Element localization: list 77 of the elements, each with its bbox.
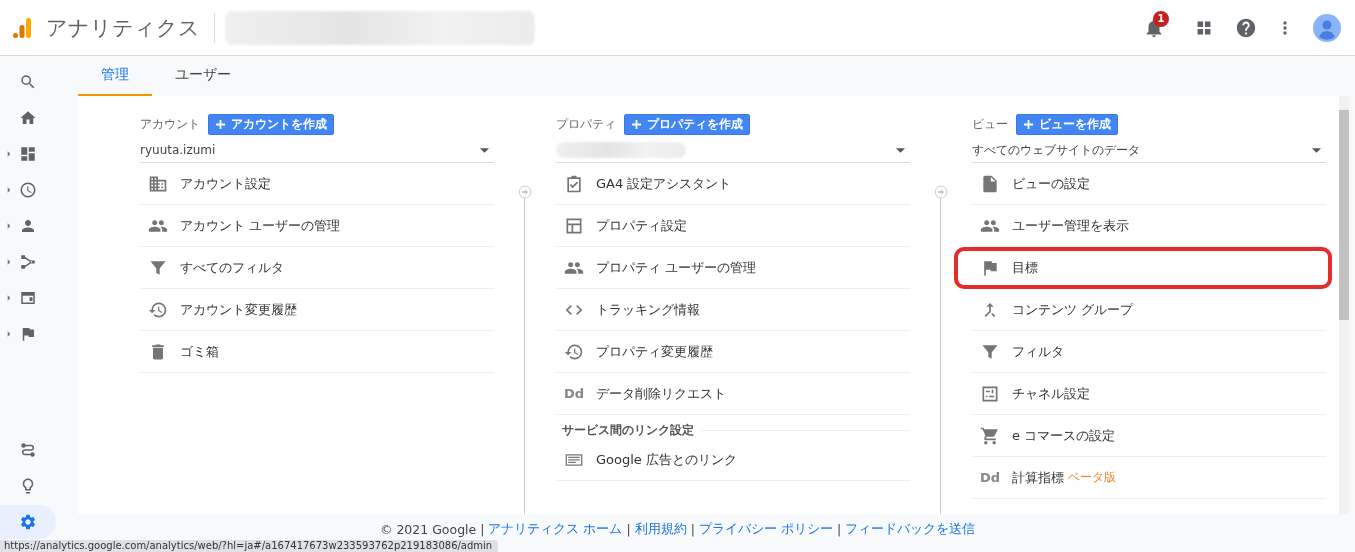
cart-icon — [980, 425, 1000, 446]
copyright-text: © 2021 Google — [379, 521, 477, 537]
menu-item[interactable]: フィルタ — [972, 331, 1326, 373]
notification-count: 1 — [1153, 10, 1169, 27]
arrow-circle-icon — [518, 185, 532, 199]
separator-text: | — [480, 521, 485, 537]
caret-icon — [480, 147, 489, 153]
create-button[interactable]: プロパティを作成 — [624, 113, 750, 135]
menu-item[interactable]: プロパティ設定 — [556, 205, 910, 247]
status-url: https://analytics.google.com/analytics/web/?hl=ja#/a167417673w233593762p219183086/admin — [0, 540, 499, 552]
create-button[interactable]: アカウントを作成 — [208, 113, 334, 135]
clipboard-check-icon — [564, 173, 584, 194]
nav-button[interactable] — [0, 505, 56, 539]
column-label: プロパティ — [556, 115, 616, 133]
dashboard-icon[interactable] — [19, 145, 37, 163]
dropdown-field[interactable]: すべてのウェブサイトのデータ — [972, 138, 1326, 163]
branch-icon[interactable] — [19, 253, 37, 271]
menu-item[interactable]: アカウント設定 — [140, 163, 494, 205]
column-label: ビュー — [972, 115, 1008, 133]
highlighted-menu-item[interactable]: 目標 — [954, 247, 1332, 289]
help-icon[interactable] — [1235, 16, 1257, 39]
menu-item[interactable]: ユーザー管理を表示 — [972, 205, 1326, 247]
expand-arrow-icon[interactable] — [7, 187, 11, 193]
home-icon[interactable] — [19, 109, 37, 127]
clock-icon[interactable] — [19, 181, 37, 199]
menu-item[interactable]: Dd データ削除リクエスト — [556, 373, 910, 415]
separator-text: | — [690, 521, 695, 537]
menu-item[interactable]: チャネル設定 — [972, 373, 1326, 415]
expand-arrow-icon[interactable] — [7, 223, 11, 229]
menu-item[interactable]: プロパティ変更履歴 — [556, 331, 910, 373]
expand-arrow-icon[interactable] — [7, 151, 11, 157]
menu-item[interactable]: プロパティ ユーザーの管理 — [556, 247, 910, 289]
footer-link[interactable]: アナリティクス ホーム — [488, 520, 623, 538]
menu-item[interactable]: コンテンツ グループ — [972, 289, 1326, 331]
document-icon — [980, 173, 1000, 194]
beta-label: ベータ版 — [1068, 469, 1116, 486]
footer-link[interactable]: 利用規約 — [634, 520, 687, 538]
menu-item[interactable]: ビューの設定 — [972, 163, 1326, 205]
create-button[interactable]: ビューを作成 — [1016, 113, 1118, 135]
menu-item[interactable]: すべてのフィルタ — [140, 247, 494, 289]
person-icon[interactable] — [19, 217, 37, 235]
dd-icon: Dd — [564, 386, 584, 401]
dd-icon: Dd — [980, 470, 1000, 485]
separator-text: | — [836, 521, 842, 537]
expand-arrow-icon[interactable] — [7, 295, 11, 301]
plus-icon — [1023, 118, 1034, 130]
arrow-circle-icon — [934, 185, 948, 199]
menu-item[interactable]: トラッキング情報 — [556, 289, 910, 331]
caret-icon — [1312, 147, 1321, 153]
menu-item[interactable]: Dd 計算指標 ベータ版 — [972, 457, 1326, 499]
menu-item[interactable]: Google 広告とのリンク — [556, 439, 910, 481]
plus-icon — [215, 118, 226, 130]
expand-arrow-icon[interactable] — [7, 259, 11, 265]
app-title: アナリティクス — [46, 14, 200, 42]
bar-chart-logo-icon[interactable] — [10, 15, 34, 40]
menu-item[interactable]: アカウント変更履歴 — [140, 289, 494, 331]
footer-link[interactable]: フィードバックを送信 — [845, 520, 976, 538]
footer-link[interactable]: プライバシー ポリシー — [698, 520, 833, 538]
window-icon[interactable] — [19, 289, 37, 307]
expand-arrow-icon[interactable] — [7, 331, 11, 337]
avatar-icon[interactable] — [1313, 13, 1341, 42]
plus-icon — [631, 118, 642, 130]
menu-item[interactable]: ゴミ箱 — [140, 331, 494, 373]
menu-item[interactable]: GA4 設定アシスタント — [556, 163, 910, 205]
menu-item[interactable]: e コマースの設定 — [972, 415, 1326, 457]
tab[interactable]: ユーザー — [152, 56, 254, 96]
menu-item[interactable]: アカウント ユーザーの管理 — [140, 205, 494, 247]
section-heading: サービス間のリンク設定 — [562, 421, 694, 439]
separator-text: | — [626, 521, 631, 537]
dropdown-field[interactable]: ryuuta.izumi — [140, 138, 494, 163]
scrollbar-thumb[interactable] — [1339, 110, 1349, 320]
caret-icon — [896, 147, 905, 153]
route-icon — [19, 441, 37, 459]
column-label: アカウント — [140, 115, 200, 133]
scrollbar[interactable] — [1339, 96, 1349, 514]
settings-icon — [19, 513, 37, 531]
search-icon[interactable] — [19, 73, 37, 91]
